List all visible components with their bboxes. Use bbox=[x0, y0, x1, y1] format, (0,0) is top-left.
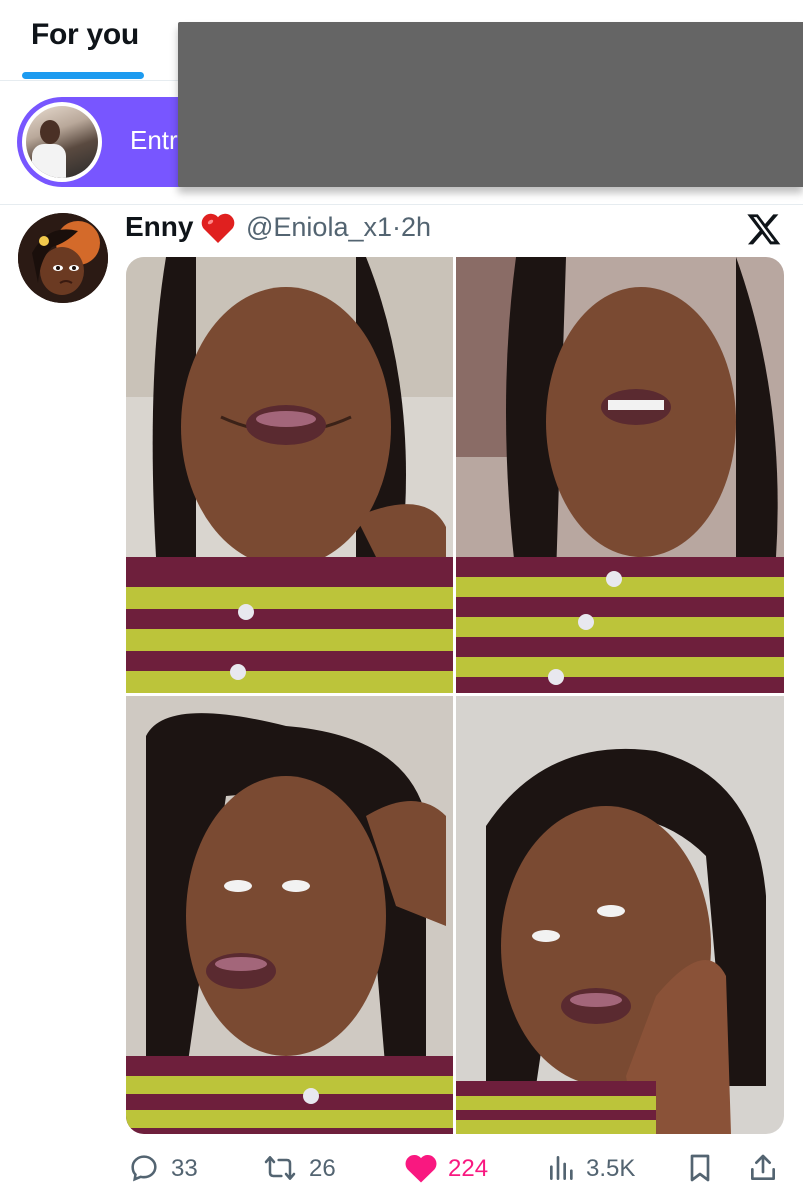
post-photo-2[interactable] bbox=[456, 257, 784, 693]
repost-icon bbox=[264, 1156, 296, 1180]
views-chart-icon bbox=[550, 1156, 573, 1180]
author-avatar[interactable] bbox=[18, 213, 108, 303]
section-divider bbox=[0, 204, 803, 205]
like-count: 224 bbox=[448, 1155, 489, 1182]
author-name[interactable]: Enny bbox=[125, 211, 193, 243]
tab-for-you[interactable]: For you bbox=[0, 0, 165, 80]
tab-for-you-label: For you bbox=[31, 18, 139, 51]
x-logo-icon bbox=[747, 214, 781, 245]
author-handle[interactable]: @Eniola_x1 bbox=[246, 212, 392, 242]
meta-separator: · bbox=[392, 212, 401, 242]
reply-icon bbox=[131, 1155, 157, 1182]
heart-filled-icon bbox=[405, 1155, 437, 1183]
banner-text: Entr bbox=[130, 125, 178, 155]
share-icon bbox=[751, 1154, 775, 1180]
post-photo-3[interactable] bbox=[126, 696, 453, 1134]
author-meta: @Eniola_x1·2h bbox=[246, 212, 431, 243]
reply-button[interactable]: 33 bbox=[128, 1150, 208, 1186]
like-button[interactable]: 224 bbox=[403, 1150, 503, 1186]
media-grid bbox=[126, 257, 784, 1134]
banner-host-avatar bbox=[22, 102, 102, 182]
redaction-overlay bbox=[178, 22, 803, 187]
views-button[interactable]: 3.5K bbox=[546, 1150, 646, 1186]
share-button[interactable] bbox=[747, 1150, 781, 1186]
active-tab-indicator bbox=[22, 72, 144, 79]
post-photo-4[interactable] bbox=[456, 696, 784, 1134]
bookmark-icon bbox=[690, 1154, 710, 1182]
repost-button[interactable]: 26 bbox=[263, 1150, 343, 1186]
post-time[interactable]: 2h bbox=[401, 212, 431, 242]
reply-count: 33 bbox=[171, 1155, 198, 1182]
bookmark-button[interactable] bbox=[684, 1150, 718, 1186]
views-count: 3.5K bbox=[586, 1155, 636, 1182]
repost-count: 26 bbox=[309, 1155, 336, 1182]
red-heart-emoji-icon bbox=[201, 213, 235, 243]
post-photo-1[interactable] bbox=[126, 257, 453, 693]
